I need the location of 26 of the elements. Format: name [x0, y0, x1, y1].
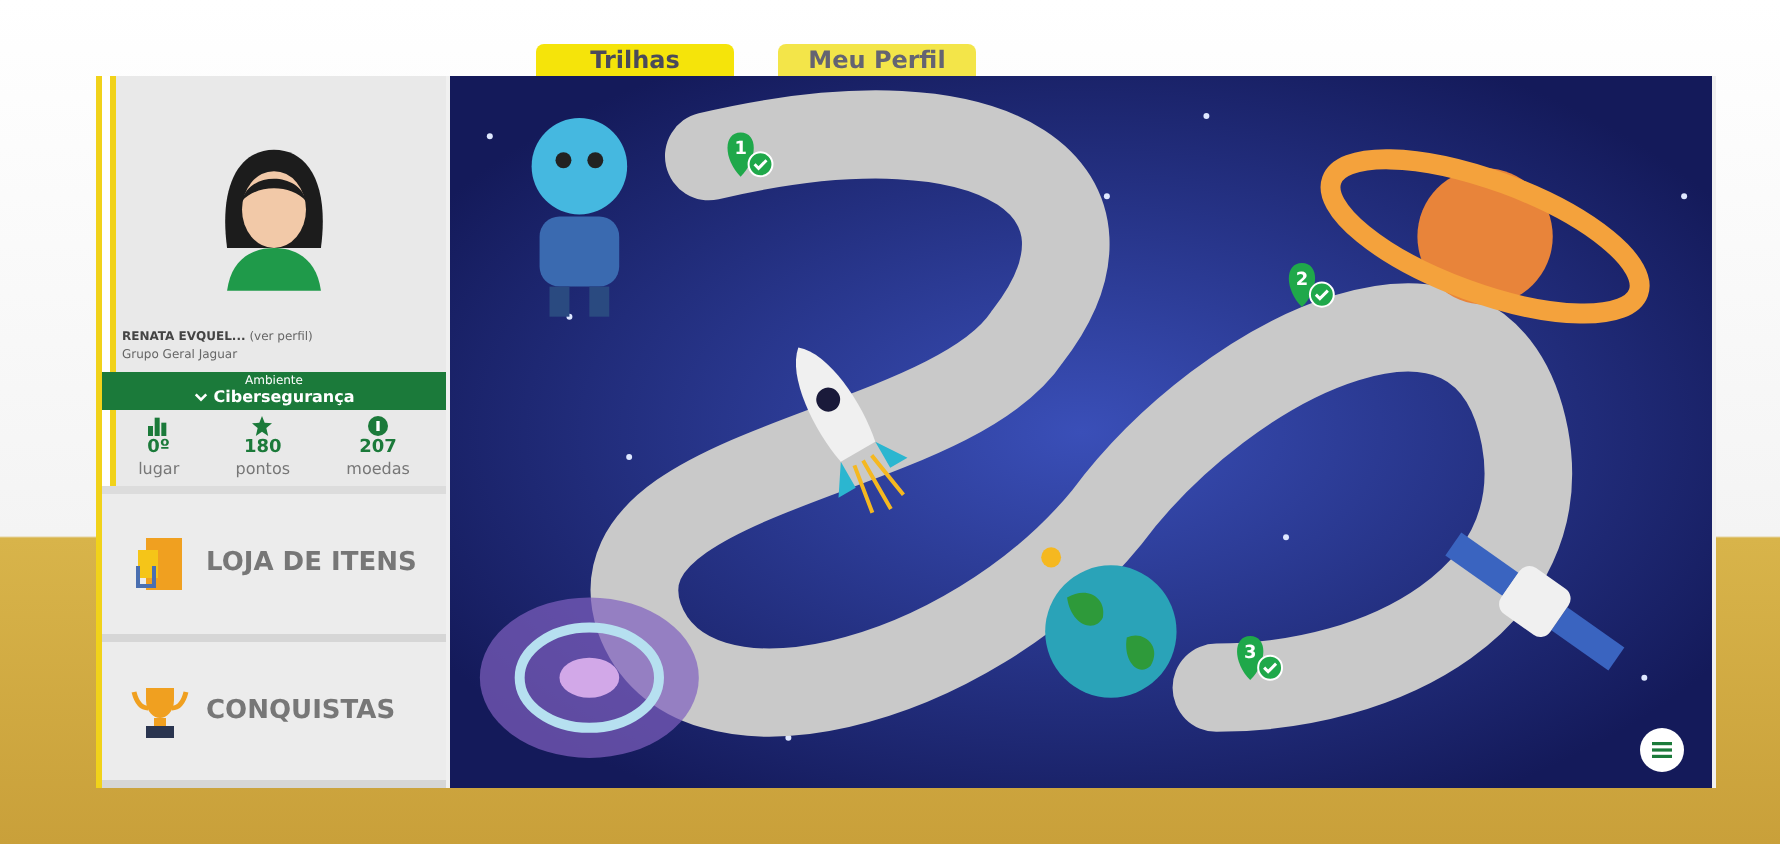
star-dot [1203, 113, 1210, 120]
earth-drawing [1045, 565, 1177, 698]
menu-button[interactable]: LOJA DE ITENS [102, 494, 446, 641]
stat-value: 180 [243, 438, 282, 458]
bar-chart-icon [148, 416, 169, 436]
stat-label: moedas [346, 460, 410, 478]
menu-icon [1652, 740, 1672, 760]
star-icon [252, 416, 273, 436]
star-dot [785, 734, 792, 741]
coin-icon [368, 416, 389, 436]
environment-value: Cibersegurança [213, 388, 355, 406]
stat-label: lugar [138, 460, 180, 478]
tab[interactable]: Meu Perfil [778, 44, 976, 76]
star-dot [1681, 193, 1688, 200]
moon-icon [1041, 547, 1062, 568]
chevron-down-icon [193, 392, 208, 402]
stat-value: 207 [359, 438, 397, 458]
menu-button[interactable]: CONQUISTAS [102, 641, 446, 788]
tab[interactable]: Trilhas [536, 44, 734, 76]
star-dot [1283, 534, 1289, 541]
stat-label: pontos [235, 460, 291, 478]
star-dot [626, 454, 633, 461]
star-dot [486, 133, 493, 140]
star-dot [1641, 674, 1648, 681]
stat-value: 0º [147, 438, 171, 458]
star-dot [1103, 193, 1110, 200]
